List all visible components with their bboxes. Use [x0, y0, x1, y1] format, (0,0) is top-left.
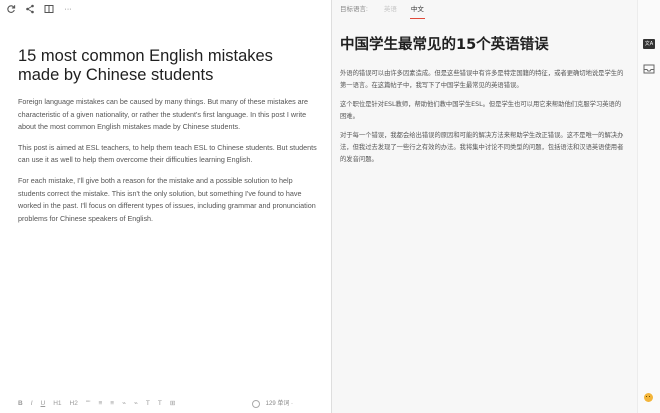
editor-pane: ··· 15 most common English mistakes made…	[0, 0, 331, 413]
word-count[interactable]: 129 单词 ·	[266, 398, 293, 410]
emoji-icon[interactable]	[644, 393, 653, 402]
translation-body: 外语的错误可以由许多因素造成。但是这些错误中有许多是特定国籍的特征，或者更确切地…	[340, 68, 627, 173]
link-button[interactable]: ⌁	[122, 398, 126, 410]
editor-toolbar: ···	[4, 2, 75, 16]
tab-chinese[interactable]: 中文	[409, 4, 425, 19]
translation-pane: 目标语言: 英语 中文 中国学生最常见的15个英语错误 外语的错误可以由许多因素…	[332, 0, 637, 413]
heading2-button[interactable]: H2	[70, 398, 78, 410]
share-icon[interactable]	[23, 2, 37, 16]
heading1-button[interactable]: H1	[53, 398, 61, 410]
text-size-button[interactable]: T	[146, 398, 150, 410]
layout-icon[interactable]	[42, 2, 56, 16]
table-button[interactable]: ⊞	[170, 398, 175, 410]
translate-icon[interactable]: 文A	[643, 39, 655, 49]
refresh-icon[interactable]	[4, 2, 18, 16]
document-body[interactable]: Foreign language mistakes can be caused …	[18, 96, 318, 233]
translation-paragraph: 对于每一个错误，我都会给出错误的原因和可能的解决方法来帮助学生改正错误。这不是唯…	[340, 132, 624, 163]
document-paragraph[interactable]: Foreign language mistakes can be caused …	[18, 96, 318, 134]
bullet-list-button[interactable]: ≡	[98, 398, 102, 410]
target-language-label: 目标语言:	[340, 6, 368, 13]
underline-button[interactable]: U	[41, 398, 46, 410]
status-area: 129 单词 ·	[251, 398, 293, 410]
quote-button[interactable]: ""	[86, 398, 91, 410]
numbered-list-button[interactable]: ≡	[110, 398, 114, 410]
unlink-button[interactable]: ⌁	[134, 398, 138, 410]
translation-paragraph: 这个职位是针对ESL教师，帮助他们教中国学生ESL。但是学生也可以用它来帮助他们…	[340, 101, 622, 120]
italic-button[interactable]: I	[31, 398, 33, 410]
inbox-icon[interactable]	[643, 61, 655, 74]
history-icon[interactable]	[251, 400, 260, 408]
tab-english[interactable]: 英语	[384, 4, 397, 16]
language-bar: 目标语言: 英语 中文	[340, 4, 438, 19]
side-rail: 文A	[637, 0, 660, 413]
bold-button[interactable]: B	[18, 398, 23, 410]
translation-title: 中国学生最常见的15个英语错误	[340, 37, 549, 53]
document-title[interactable]: 15 most common English mistakes made by …	[18, 47, 318, 85]
text-clear-button[interactable]: T	[158, 398, 162, 410]
format-bar: B I U H1 H2 "" ≡ ≡ ⌁ ⌁ T T ⊞ 129 单词 ·	[18, 398, 323, 410]
document-paragraph[interactable]: For each mistake, I'll give both a reaso…	[18, 175, 318, 225]
document-paragraph[interactable]: This post is aimed at ESL teachers, to h…	[18, 142, 318, 167]
more-icon[interactable]: ···	[61, 2, 75, 16]
translation-paragraph: 外语的错误可以由许多因素造成。但是这些错误中有许多是特定国籍的特征，或者更确切地…	[340, 70, 624, 89]
